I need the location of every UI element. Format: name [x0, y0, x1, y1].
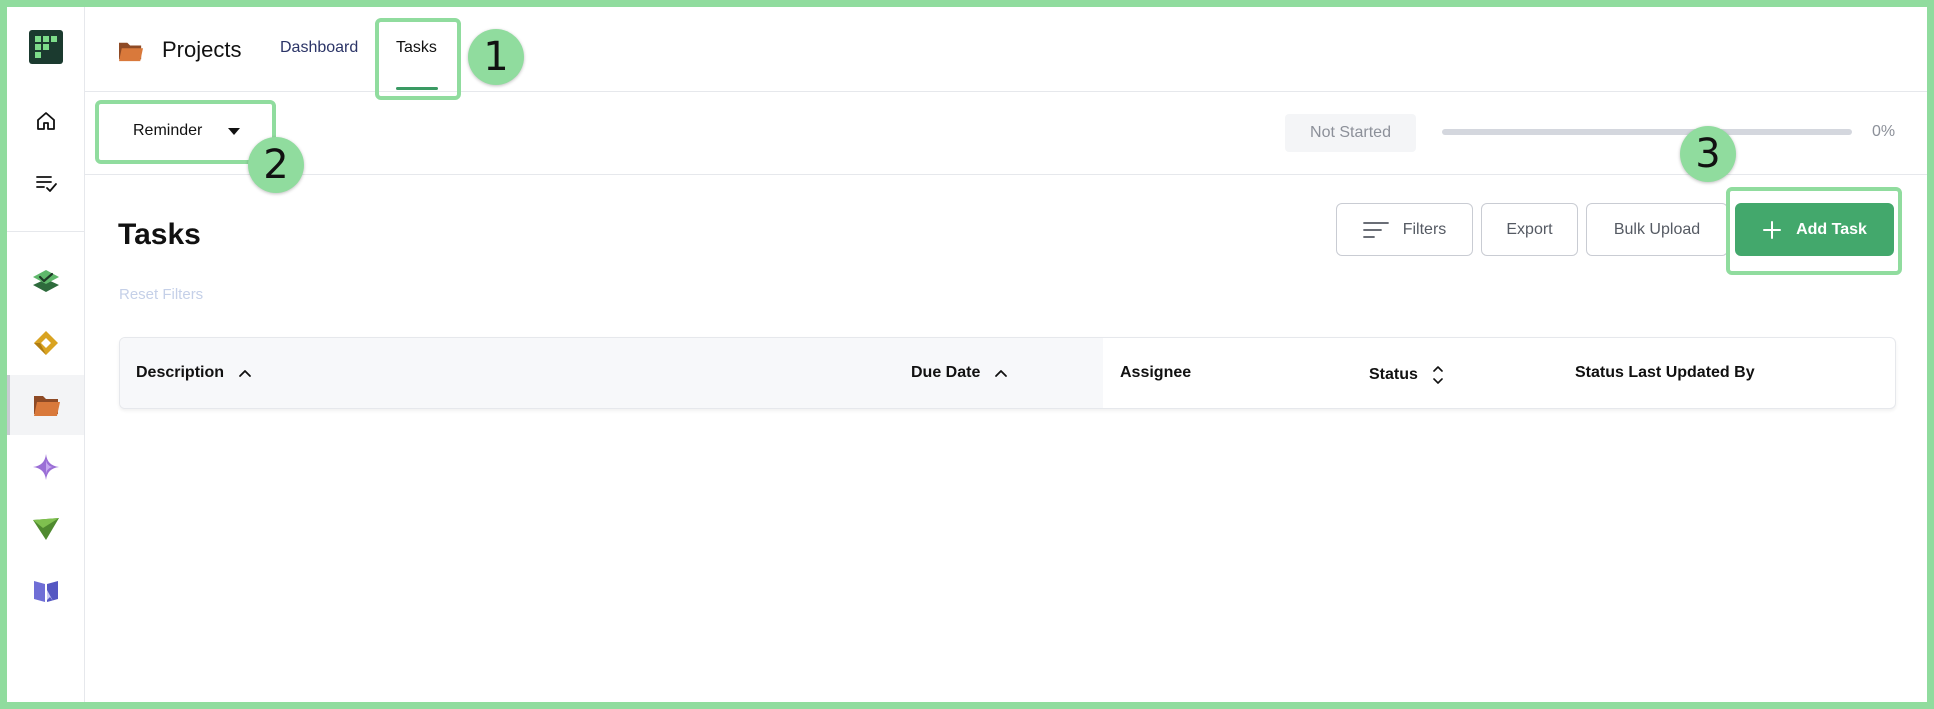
book-icon	[33, 581, 58, 602]
sidebar-divider	[7, 231, 84, 232]
filters-button[interactable]: Filters	[1336, 203, 1473, 256]
brand-logo[interactable]	[7, 17, 84, 77]
sub-bar: Reminder Not Started 0%	[85, 92, 1927, 175]
filters-label: Filters	[1402, 220, 1447, 238]
sidebar-item-integrations[interactable]	[7, 313, 84, 373]
page-title: Projects	[162, 37, 242, 62]
export-button[interactable]: Export	[1481, 203, 1578, 256]
bulk-upload-label: Bulk Upload	[1613, 220, 1701, 238]
progress-bar	[1442, 129, 1852, 135]
projects-folder-icon	[117, 39, 145, 68]
sidebar-item-send[interactable]	[7, 499, 84, 559]
column-header-label: Assignee	[1120, 364, 1192, 381]
stacked-layers-icon	[32, 270, 59, 292]
folder-icon	[34, 396, 60, 416]
chevron-up-icon[interactable]	[994, 368, 1008, 378]
export-label: Export	[1506, 220, 1553, 238]
column-header-due-date[interactable]: Due Date	[911, 364, 1008, 382]
main-content: Tasks Reset Filters Filters Export Bulk …	[85, 175, 1927, 702]
column-header-label: Status	[1369, 366, 1418, 383]
sidebar-item-tasks[interactable]	[7, 153, 84, 213]
column-header-description[interactable]: Description	[136, 364, 252, 382]
sidebar-item-compliance[interactable]	[7, 251, 84, 311]
sparkle-icon	[32, 454, 59, 480]
paper-plane-icon	[32, 518, 59, 540]
sidebar-item-projects[interactable]	[7, 375, 84, 435]
annotation-highlight-tasks-tab	[375, 18, 461, 100]
column-header-label: Status Last Updated By	[1575, 364, 1755, 381]
sort-icon[interactable]	[1432, 364, 1444, 386]
home-icon	[36, 112, 55, 130]
annotation-highlight-add-task	[1726, 187, 1902, 275]
top-bar: Projects Dashboard Tasks	[85, 7, 1927, 92]
chevron-up-icon[interactable]	[238, 368, 252, 378]
sidebar	[7, 7, 85, 702]
column-header-label: Due Date	[911, 364, 981, 381]
golden-ring-icon	[33, 331, 58, 355]
sidebar-item-docs[interactable]	[7, 561, 84, 621]
sidebar-item-home[interactable]	[7, 91, 84, 151]
list-check-icon	[35, 176, 57, 192]
tasks-heading: Tasks	[118, 218, 201, 251]
filter-lines-icon	[1362, 221, 1389, 238]
bulk-upload-button[interactable]: Bulk Upload	[1586, 203, 1728, 256]
status-badge: Not Started	[1285, 114, 1416, 152]
progress-percent: 0%	[1872, 123, 1896, 140]
column-header-status-last-updated-by[interactable]: Status Last Updated By	[1575, 364, 1755, 382]
annotation-badge: 2	[248, 137, 304, 193]
column-header-status[interactable]: Status	[1369, 364, 1444, 386]
tasks-table: Description Due Date Assignee Status Sta…	[119, 337, 1896, 409]
reset-filters-link[interactable]: Reset Filters	[119, 286, 203, 303]
annotation-badge: 1	[468, 29, 524, 85]
column-header-label: Description	[136, 364, 225, 381]
annotation-badge: 3	[1680, 126, 1736, 182]
brand-logo-icon	[28, 30, 63, 64]
sidebar-item-ai[interactable]	[7, 437, 84, 497]
column-header-assignee[interactable]: Assignee	[1120, 364, 1191, 382]
tab-dashboard[interactable]: Dashboard	[280, 39, 358, 57]
